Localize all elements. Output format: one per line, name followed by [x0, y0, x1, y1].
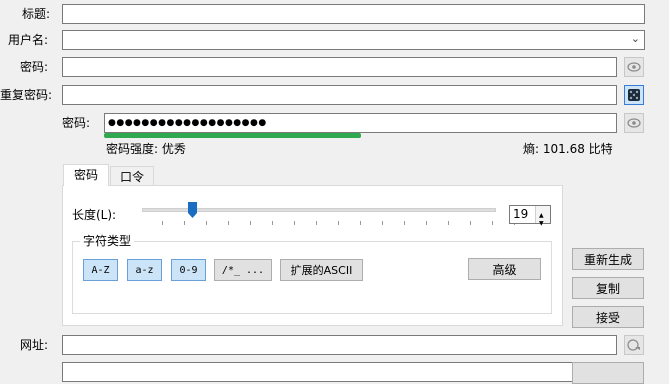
password-generator-button[interactable]: [624, 85, 644, 105]
regenerate-button[interactable]: 重新生成: [572, 248, 644, 270]
copy-button[interactable]: 复制: [572, 277, 644, 299]
slider-tick: [250, 221, 251, 225]
strength-bar: [104, 133, 361, 138]
length-label: 长度(L):: [72, 208, 117, 222]
strength-text: 密码强度: 优秀: [106, 142, 186, 156]
charset-digits-toggle[interactable]: 0-9: [171, 259, 206, 281]
slider-tick: [360, 221, 361, 225]
slider-tick: [184, 221, 185, 225]
slider-tick: [316, 221, 317, 225]
slider-tick: [426, 221, 427, 225]
strength-track: [104, 133, 617, 138]
open-url-button[interactable]: [624, 335, 644, 355]
advanced-button[interactable]: 高级: [468, 258, 541, 280]
title-label: 标题:: [22, 7, 51, 21]
tab-password[interactable]: 密码: [63, 164, 109, 186]
chevron-down-icon[interactable]: ⌄: [631, 32, 640, 45]
slider-tick: [272, 221, 273, 225]
slider-tick: [162, 221, 163, 225]
eye-icon: [627, 118, 641, 128]
eye-icon: [627, 62, 641, 72]
charset-extended-ascii-toggle[interactable]: 扩展的ASCII: [280, 259, 363, 281]
next-button-partial[interactable]: [572, 362, 644, 384]
generated-password-input[interactable]: ●●●●●●●●●●●●●●●●●●●: [104, 113, 617, 133]
show-generated-password-button[interactable]: [624, 113, 644, 133]
slider-tick: [404, 221, 405, 225]
charset-lowercase-toggle[interactable]: a-z: [127, 259, 162, 281]
globe-arrow-icon: [627, 339, 640, 351]
username-combobox[interactable]: ⌄: [62, 30, 645, 50]
spinbox-arrows[interactable]: ▲ ▼: [535, 206, 550, 227]
password-input[interactable]: [62, 57, 617, 77]
accept-button[interactable]: 接受: [572, 306, 644, 328]
title-input[interactable]: [62, 4, 645, 24]
slider-tick: [294, 221, 295, 225]
length-slider-thumb[interactable]: [187, 201, 198, 219]
slider-tick: [228, 221, 229, 225]
slider-tick: [382, 221, 383, 225]
generator-icon: [628, 89, 640, 101]
charset-symbols-toggle[interactable]: /*_ ...: [214, 259, 272, 281]
repeat-password-label: 重复密码:: [0, 88, 53, 102]
password-label: 密码:: [20, 60, 49, 74]
tab-passphrase[interactable]: 口令: [110, 166, 154, 187]
slider-tick: [470, 221, 471, 225]
entropy-text: 熵: 101.68 比特: [523, 142, 613, 156]
repeat-password-input[interactable]: [62, 85, 617, 105]
length-spinbox[interactable]: 19 ▲ ▼: [509, 205, 551, 227]
slider-thumb-icon: [187, 202, 197, 218]
next-field-partial[interactable]: [62, 362, 617, 382]
spin-down-icon[interactable]: ▼: [539, 215, 544, 232]
slider-tick: [338, 221, 339, 225]
url-input[interactable]: [62, 335, 617, 355]
username-label: 用户名:: [8, 33, 49, 47]
slider-tick: [448, 221, 449, 225]
generator-panel: 长度(L): 19 ▲ ▼ 字符类型 A-Z a-z 0-9 /*_ ... 扩…: [62, 185, 563, 326]
charset-group-label: 字符类型: [80, 231, 135, 251]
charset-uppercase-toggle[interactable]: A-Z: [83, 259, 118, 281]
slider-tick: [206, 221, 207, 225]
url-label: 网址:: [20, 338, 49, 352]
slider-tick: [492, 221, 493, 225]
generated-password-label: 密码:: [62, 116, 91, 130]
show-password-button[interactable]: [624, 57, 644, 77]
